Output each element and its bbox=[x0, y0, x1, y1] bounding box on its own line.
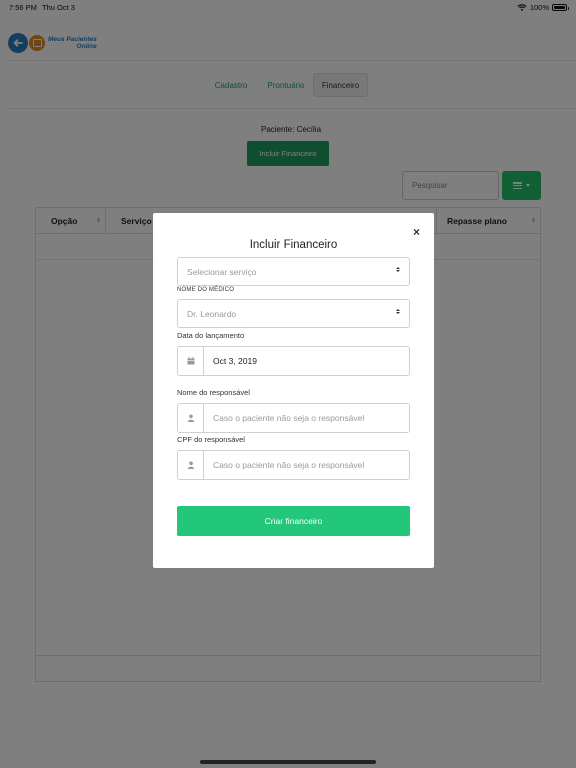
screen: 7:56 PM Thu Oct 3 100% Meus Pacientes On… bbox=[0, 0, 576, 768]
user-icon bbox=[178, 404, 204, 432]
user-icon bbox=[178, 451, 204, 479]
select-arrows-icon bbox=[396, 309, 400, 314]
select-arrows-icon bbox=[396, 267, 400, 272]
create-financial-button[interactable]: Criar financeiro bbox=[177, 506, 410, 536]
cpf-placeholder: Caso o paciente não seja o responsável bbox=[213, 460, 365, 470]
modal-title: Incluir Financeiro bbox=[249, 239, 338, 251]
responsible-field[interactable]: Caso o paciente não seja o responsável bbox=[177, 403, 410, 433]
date-label: Data do lançamento bbox=[177, 331, 245, 340]
responsible-label: Nome do responsável bbox=[177, 388, 250, 397]
calendar-icon bbox=[178, 347, 204, 375]
service-select[interactable]: Selecionar serviço bbox=[177, 257, 410, 286]
service-select-value: Selecionar serviço bbox=[187, 266, 257, 277]
doctor-select-value: Dr. Leonardo bbox=[187, 308, 237, 319]
responsible-placeholder: Caso o paciente não seja o responsável bbox=[213, 413, 365, 423]
cpf-field[interactable]: Caso o paciente não seja o responsável bbox=[177, 450, 410, 480]
date-field[interactable]: Oct 3, 2019 bbox=[177, 346, 410, 376]
doctor-select[interactable]: Dr. Leonardo bbox=[177, 299, 410, 328]
cpf-label: CPF do responsável bbox=[177, 435, 245, 444]
date-value: Oct 3, 2019 bbox=[213, 356, 257, 366]
doctor-label: NOME DO MÉDICO bbox=[177, 287, 235, 293]
include-financial-modal: × Incluir Financeiro Selecionar serviço … bbox=[153, 213, 434, 568]
home-indicator[interactable] bbox=[200, 760, 376, 764]
close-icon[interactable]: × bbox=[413, 225, 420, 239]
